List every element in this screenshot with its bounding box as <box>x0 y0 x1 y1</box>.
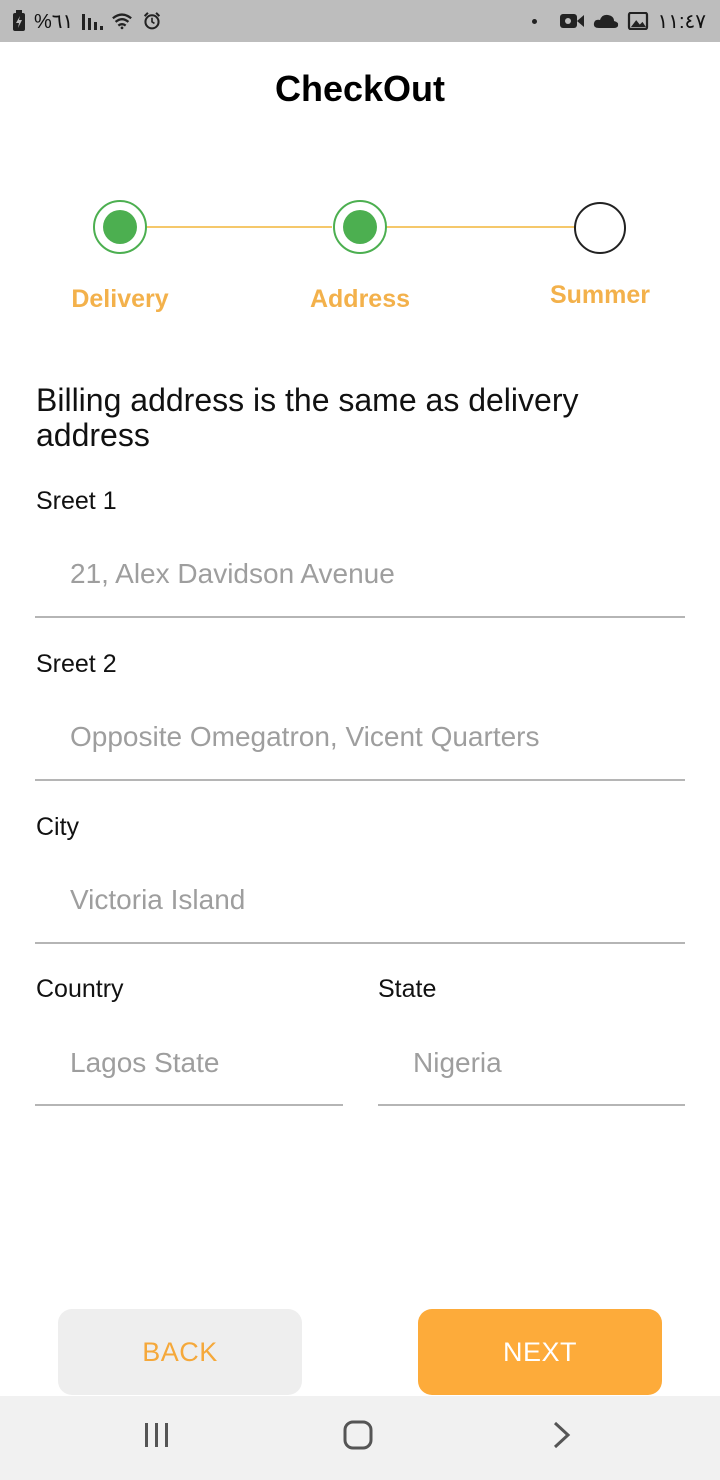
image-icon <box>628 12 649 30</box>
city-underline <box>35 942 685 944</box>
street1-input[interactable]: 21, Alex Davidson Avenue <box>70 558 395 590</box>
notification-dot-icon <box>532 18 538 24</box>
street1-label: Sreet 1 <box>36 487 117 515</box>
state-label: State <box>378 975 437 1003</box>
video-icon <box>560 14 585 28</box>
clock: ١١:٤٧ <box>657 10 706 33</box>
step-circle-summer[interactable] <box>574 202 626 254</box>
step-complete-dot-icon <box>103 210 137 244</box>
step-connector-2 <box>386 226 576 228</box>
system-nav-bar <box>0 1396 720 1480</box>
recent-apps-icon[interactable] <box>142 1420 172 1450</box>
home-icon[interactable] <box>343 1420 373 1450</box>
state-input[interactable]: Nigeria <box>413 1047 502 1079</box>
next-button[interactable]: NEXT <box>418 1309 662 1395</box>
step-label-delivery: Delivery <box>71 285 169 313</box>
step-label-summer: Summer <box>549 281 651 309</box>
step-label-address: Address <box>309 285 411 313</box>
city-input[interactable]: Victoria Island <box>70 884 245 916</box>
cloud-icon <box>594 14 619 28</box>
back-chevron-icon[interactable] <box>546 1420 576 1450</box>
country-input[interactable]: Lagos State <box>70 1047 219 1079</box>
battery-icon <box>13 10 25 31</box>
state-underline <box>378 1104 685 1106</box>
country-label: Country <box>36 975 124 1003</box>
step-circle-delivery[interactable] <box>93 200 147 254</box>
step-circle-address[interactable] <box>333 200 387 254</box>
battery-percent: %٦١ <box>34 10 74 33</box>
status-right: ١١:٤٧ <box>532 0 706 42</box>
street2-input[interactable]: Opposite Omegatron, Vicent Quarters <box>70 721 540 753</box>
status-bar: %٦١ ١١:٤٧ <box>0 0 720 42</box>
country-underline <box>35 1104 343 1106</box>
step-connector-1 <box>146 226 332 228</box>
street2-underline <box>35 779 685 781</box>
status-left: %٦١ <box>12 0 163 42</box>
street1-underline <box>35 616 685 618</box>
billing-same-as-delivery-text: Billing address is the same as delivery … <box>36 382 579 453</box>
page-title: CheckOut <box>274 68 446 109</box>
signal-icon <box>82 14 104 30</box>
wifi-icon <box>112 13 133 30</box>
street2-label: Sreet 2 <box>36 650 117 678</box>
alarm-icon <box>144 12 161 30</box>
step-complete-dot-icon <box>343 210 377 244</box>
back-button[interactable]: BACK <box>58 1309 302 1395</box>
city-label: City <box>36 813 80 841</box>
